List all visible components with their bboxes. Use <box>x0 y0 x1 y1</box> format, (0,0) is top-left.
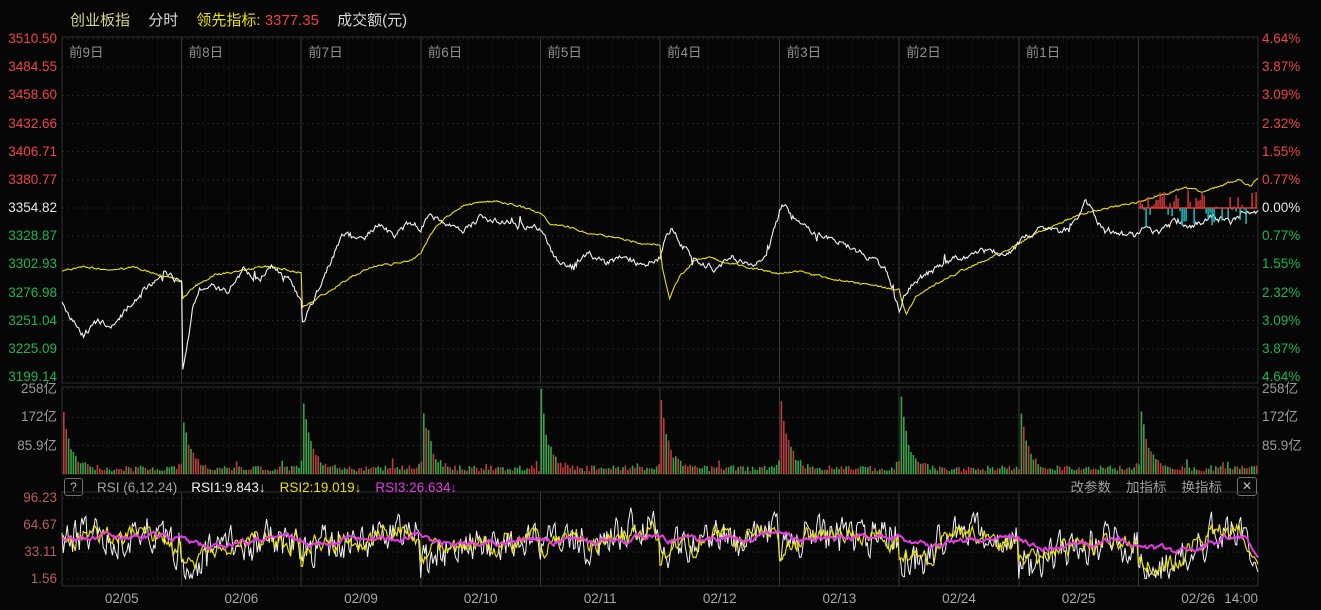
lead-indicator-label: 领先指标: <box>196 12 260 29</box>
date-tick: 02/05 <box>92 591 152 606</box>
date-tick: 02/25 <box>1049 591 1109 606</box>
rsi-toolbar: 改参数 加指标 换指标 ✕ <box>1071 476 1258 496</box>
day-label: 前6日 <box>428 41 463 61</box>
date-tick: 02/12 <box>690 591 750 606</box>
edit-params-button[interactable]: 改参数 <box>1071 476 1112 496</box>
time-tick: 14:00 <box>1210 591 1258 606</box>
chart-canvas[interactable] <box>0 0 1321 610</box>
date-tick: 02/09 <box>331 591 391 606</box>
rsi-header: ? RSI (6,12,24) RSI1:9.843↓ RSI2:19.019↓… <box>64 477 457 497</box>
day-label: 前8日 <box>189 41 224 61</box>
date-tick: 02/11 <box>570 591 630 606</box>
rsi1-value: RSI1:9.843↓ <box>191 480 265 495</box>
date-tick: 02/10 <box>451 591 511 606</box>
day-label: 前7日 <box>308 41 343 61</box>
day-label: 前4日 <box>667 41 702 61</box>
switch-indicator-button[interactable]: 换指标 <box>1182 476 1223 496</box>
help-icon[interactable]: ? <box>64 478 83 496</box>
symbol-name: 创业板指 <box>70 12 130 29</box>
rsi3-value: RSI3:26.634↓ <box>375 480 457 495</box>
turnover-label: 成交额(元) <box>337 12 407 29</box>
date-tick: 02/13 <box>809 591 869 606</box>
day-label: 前9日 <box>69 41 104 61</box>
rsi-indicator-name: RSI (6,12,24) <box>97 480 177 495</box>
rsi2-value: RSI2:19.019↓ <box>280 480 362 495</box>
title-bar: 创业板指 分时 领先指标: 3377.35 成交额(元) <box>70 9 421 29</box>
date-tick: 02/06 <box>211 591 271 606</box>
day-label: 前2日 <box>906 41 941 61</box>
day-label: 前5日 <box>547 41 582 61</box>
close-icon[interactable]: ✕ <box>1237 477 1257 496</box>
lead-indicator-value: 3377.35 <box>265 12 319 29</box>
tab-intraday[interactable]: 分时 <box>148 12 178 29</box>
add-indicator-button[interactable]: 加指标 <box>1126 476 1167 496</box>
day-label: 前3日 <box>787 41 822 61</box>
date-tick: 02/24 <box>929 591 989 606</box>
day-label: 前1日 <box>1026 41 1061 61</box>
